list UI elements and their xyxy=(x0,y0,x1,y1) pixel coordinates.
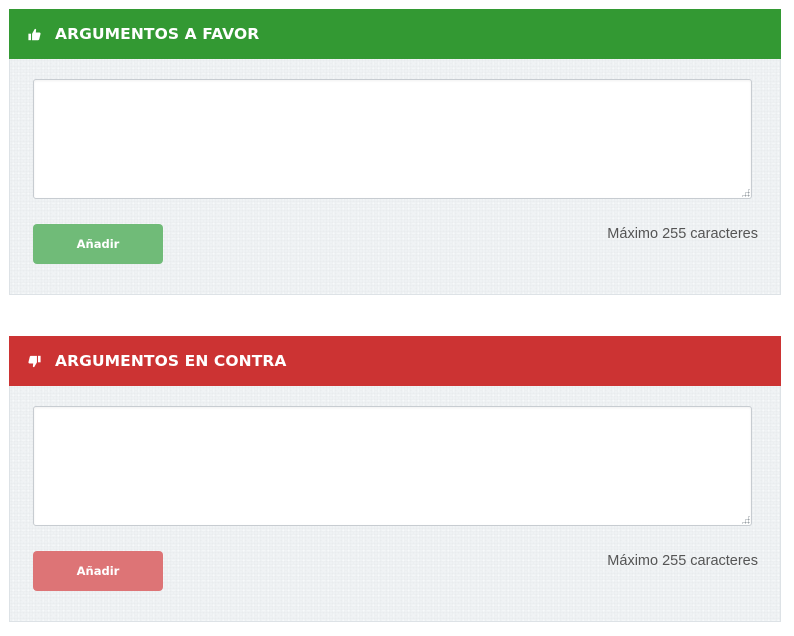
arguments-for-title: ARGUMENTOS A FAVOR xyxy=(55,25,260,43)
add-argument-against-button[interactable]: Añadir xyxy=(33,551,163,591)
argument-for-input[interactable] xyxy=(33,79,752,199)
arguments-for-body: Añadir Máximo 255 caracteres xyxy=(9,59,781,295)
thumbs-up-icon xyxy=(27,27,41,41)
arguments-against-body: Añadir Máximo 255 caracteres xyxy=(9,386,781,622)
arguments-for-panel: ARGUMENTOS A FAVOR Añadir Máximo 255 car… xyxy=(9,9,781,295)
arguments-against-panel: ARGUMENTOS EN CONTRA Añadir Máximo 255 c… xyxy=(9,336,781,622)
max-characters-note: Máximo 255 caracteres xyxy=(607,553,758,569)
arguments-for-header: ARGUMENTOS A FAVOR xyxy=(9,9,781,59)
arguments-against-header: ARGUMENTOS EN CONTRA xyxy=(9,336,781,386)
max-characters-note: Máximo 255 caracteres xyxy=(607,226,758,242)
arguments-against-title: ARGUMENTOS EN CONTRA xyxy=(55,352,287,370)
thumbs-down-icon xyxy=(27,354,41,368)
add-argument-for-button[interactable]: Añadir xyxy=(33,224,163,264)
argument-against-input[interactable] xyxy=(33,406,752,526)
